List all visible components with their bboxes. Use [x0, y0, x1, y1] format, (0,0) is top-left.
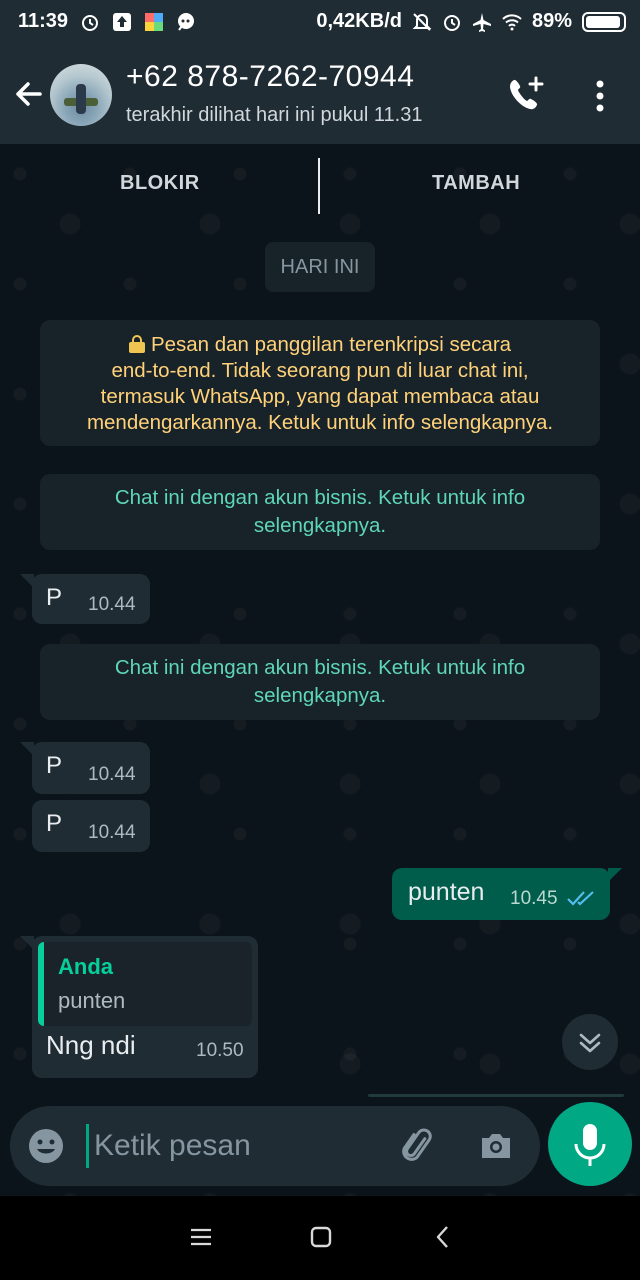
encryption-notice[interactable]: Pesan dan panggilan terenkripsi secara e…	[40, 320, 600, 446]
encryption-line-3: termasuk WhatsApp, yang dapat membaca at…	[100, 385, 540, 408]
business-notice[interactable]: Chat ini dengan akun bisnis. Ketuk untuk…	[40, 474, 600, 550]
quote-bar	[38, 942, 44, 1026]
date-chip: HARI INI	[265, 242, 375, 292]
contact-name[interactable]: +62 878-7262-70944	[126, 60, 414, 94]
quoted-message[interactable]: Anda punten	[38, 942, 252, 1026]
quote-text: punten	[58, 988, 126, 1013]
status-bar: 11:39 0,42KB/d 89%	[0, 0, 640, 44]
wifi-icon	[502, 13, 522, 30]
message-time: 10.45	[510, 888, 558, 909]
message-text: P	[46, 810, 63, 837]
encryption-line-1: Pesan dan panggilan terenkripsi secara	[150, 333, 512, 356]
airplane-icon	[472, 12, 491, 32]
encryption-line-2: end-to-end. Tidak seorang pun di luar ch…	[111, 359, 529, 382]
recents-menu-icon[interactable]	[186, 1222, 216, 1252]
business-notice-line-2: selengkapnya.	[253, 514, 387, 537]
battery-icon	[582, 11, 626, 32]
block-add-bar: BLOKIR TAMBAH	[0, 144, 640, 230]
business-notice[interactable]: Chat ini dengan akun bisnis. Ketuk untuk…	[40, 644, 600, 720]
encryption-line-4: mendengarkannya. Ketuk untuk info seleng…	[86, 411, 554, 434]
business-notice-line-2: selengkapnya.	[253, 684, 387, 707]
incoming-message[interactable]: P 10.44	[20, 574, 150, 624]
camera-icon[interactable]	[476, 1126, 516, 1166]
status-time: 11:39	[18, 10, 69, 32]
back-nav-icon[interactable]	[428, 1222, 458, 1252]
chat-area: BLOKIR TAMBAH HARI INI Pesan dan panggil…	[0, 144, 640, 1196]
business-notice-line-1: Chat ini dengan akun bisnis. Ketuk untuk…	[114, 656, 526, 679]
back-arrow-icon[interactable]	[10, 76, 46, 112]
scroll-down-button[interactable]	[562, 1014, 618, 1070]
home-icon[interactable]	[306, 1222, 336, 1252]
quote-author: Anda	[58, 954, 113, 979]
message-time: 10.44	[88, 822, 136, 843]
message-text: P	[46, 584, 63, 611]
chat-bubble-icon	[178, 12, 195, 31]
message-text: punten	[408, 878, 485, 906]
net-speed: 0,42KB/d	[316, 10, 402, 32]
double-chevron-down-icon	[579, 1033, 601, 1053]
voice-record-button[interactable]	[548, 1102, 632, 1186]
message-input[interactable]	[94, 1120, 384, 1172]
mic-icon	[574, 1124, 606, 1166]
incoming-reply-message[interactable]: Anda punten Nng ndi 10.50	[20, 936, 258, 1078]
alarm-icon	[82, 14, 99, 31]
block-button[interactable]: BLOKIR	[120, 172, 200, 195]
double-check-read-icon	[567, 891, 594, 906]
message-time: 10.44	[88, 764, 136, 785]
alarm-icon	[443, 14, 460, 31]
message-composer	[10, 1106, 540, 1186]
text-cursor	[86, 1124, 89, 1168]
incoming-message[interactable]: P 10.44	[32, 800, 150, 852]
scroll-indicator	[368, 1094, 624, 1097]
incoming-message[interactable]: P 10.44	[20, 742, 150, 794]
divider	[318, 158, 320, 214]
chat-header: +62 878-7262-70944 terakhir dilihat hari…	[0, 44, 640, 144]
avatar[interactable]	[50, 64, 112, 126]
last-seen-status: terakhir dilihat hari ini pukul 11.31	[126, 104, 423, 126]
business-notice-line-1: Chat ini dengan akun bisnis. Ketuk untuk…	[114, 486, 526, 509]
message-text: Nng ndi	[46, 1030, 136, 1060]
emoji-icon[interactable]	[26, 1126, 66, 1166]
message-time: 10.44	[88, 594, 136, 615]
message-time: 10.50	[196, 1040, 244, 1061]
attach-icon[interactable]	[398, 1126, 438, 1166]
battery-percent: 89%	[531, 10, 572, 32]
app-icon	[145, 12, 164, 31]
outgoing-message[interactable]: punten 10.45	[392, 868, 622, 920]
system-navigation-bar	[0, 1196, 640, 1280]
add-contact-button[interactable]: TAMBAH	[432, 172, 520, 195]
mute-icon	[412, 12, 432, 31]
add-call-icon[interactable]	[506, 74, 546, 114]
more-vert-icon[interactable]	[590, 78, 610, 114]
lock-icon	[128, 335, 145, 353]
upload-icon	[113, 12, 132, 31]
message-text: P	[46, 752, 63, 779]
